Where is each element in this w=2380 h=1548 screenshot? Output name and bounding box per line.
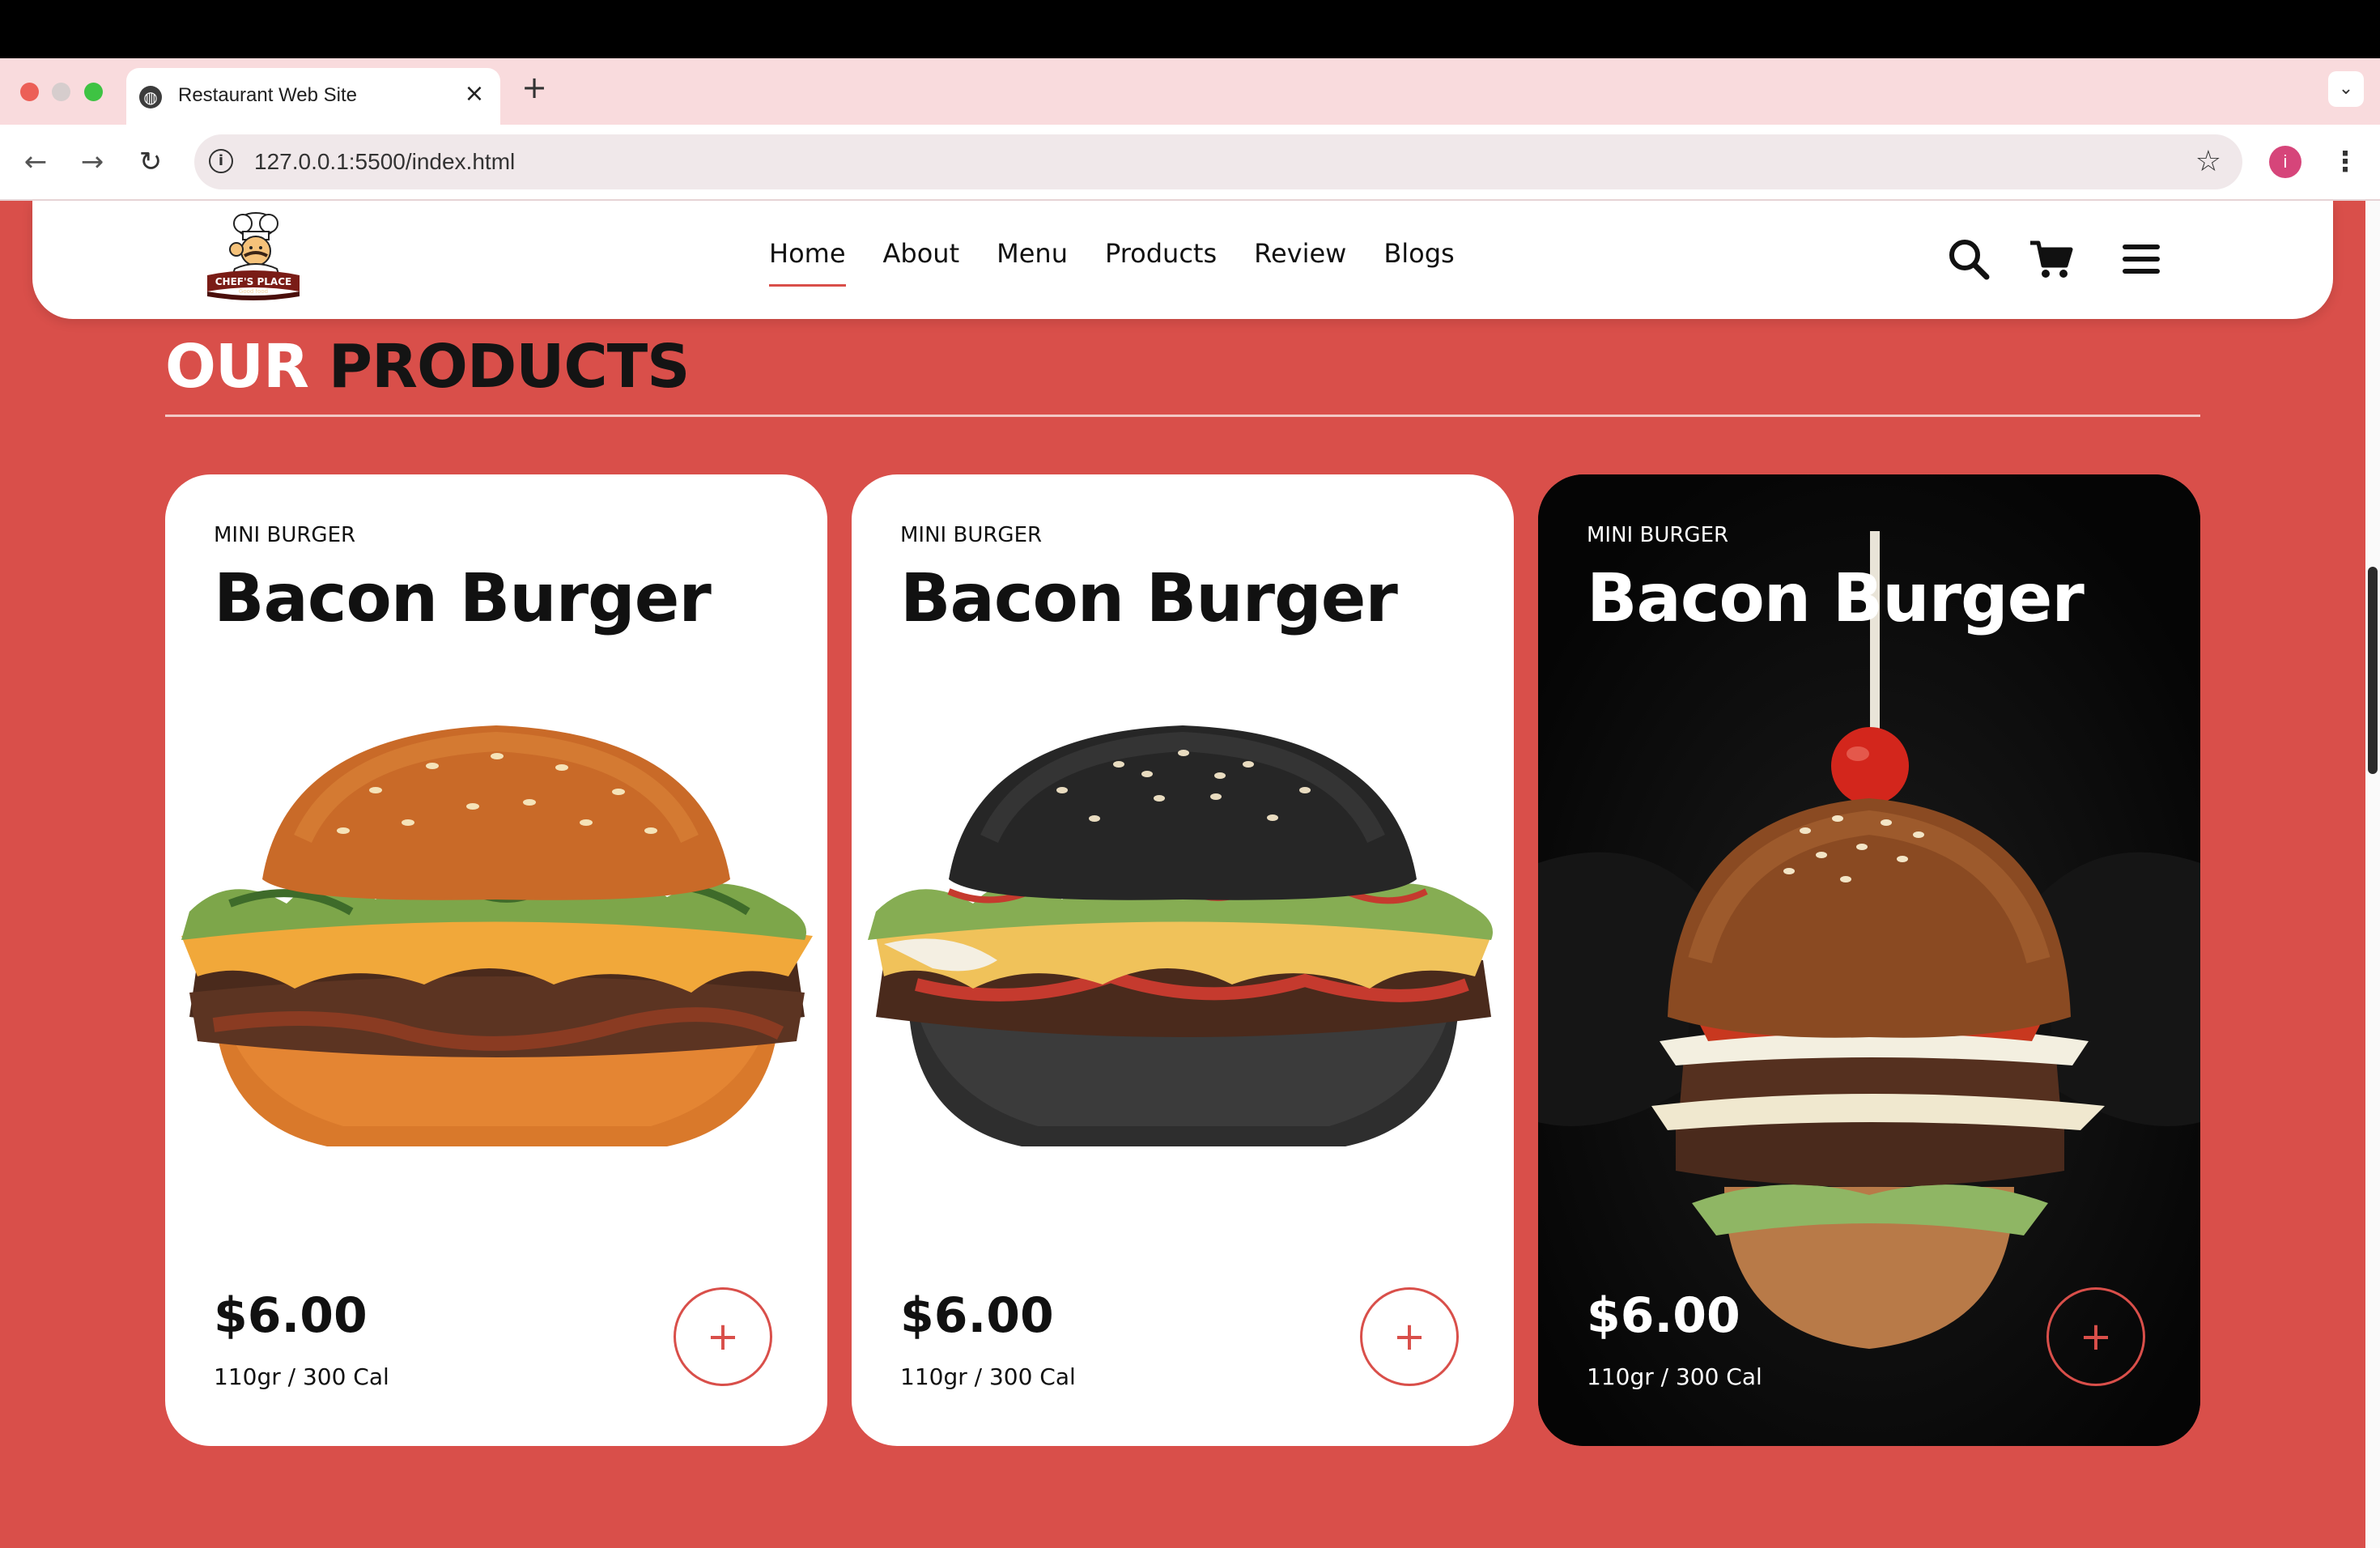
product-category: MINI BURGER [900, 523, 1043, 547]
logo-tagline: Good food [239, 288, 268, 295]
browser-tab-strip: ◍ Restaurant Web Site × + ⌄ [0, 58, 2380, 125]
section-divider [165, 415, 2200, 417]
window-close-button[interactable] [20, 83, 39, 101]
nav-menu[interactable]: Menu [997, 238, 1068, 287]
profile-avatar[interactable]: i [2269, 146, 2301, 178]
section-title-light: OUR [165, 332, 309, 402]
tab-search-chevron-icon[interactable]: ⌄ [2328, 71, 2364, 107]
nav-products[interactable]: Products [1105, 238, 1217, 287]
section-title-dark: PRODUCTS [328, 332, 691, 402]
menu-icon[interactable] [2119, 236, 2165, 282]
browser-toolbar: ← → ↻ i 127.0.0.1:5500/index.html ☆ i ⋮ [0, 125, 2380, 199]
product-meta: 110gr / 300 Cal [900, 1363, 1076, 1390]
page-viewport: CHEF'S PLACE Good food Home About Menu P… [0, 201, 2365, 1548]
search-icon[interactable] [1946, 236, 1991, 282]
forward-arrow-icon[interactable]: → [74, 144, 110, 180]
bookmark-star-icon[interactable]: ☆ [2195, 144, 2221, 180]
nav-home[interactable]: Home [769, 238, 846, 287]
cart-icon[interactable] [2029, 236, 2074, 282]
section-title: OUR PRODUCTS [165, 332, 691, 402]
site-info-icon[interactable]: i [209, 149, 233, 173]
product-price: $6.00 [1587, 1287, 1740, 1344]
address-bar[interactable]: i 127.0.0.1:5500/index.html ☆ [194, 134, 2242, 189]
logo-name: CHEF'S PLACE [215, 276, 291, 287]
scrollbar-track[interactable] [2365, 201, 2380, 1548]
black-bun-burger-image [868, 725, 1493, 1146]
url-text[interactable]: 127.0.0.1:5500/index.html [254, 149, 515, 175]
add-to-cart-button[interactable]: + [2046, 1287, 2145, 1386]
chefs-place-logo[interactable]: CHEF'S PLACE Good food [202, 209, 304, 303]
reload-icon[interactable]: ↻ [133, 144, 168, 180]
product-price: $6.00 [900, 1287, 1054, 1344]
product-card[interactable]: MINI BURGER Bacon Burger $6.00 110gr / 3… [852, 474, 1514, 1446]
brioche-burger-image [181, 725, 813, 1146]
globe-icon: ◍ [139, 86, 162, 108]
nav-review[interactable]: Review [1254, 238, 1346, 287]
scrollbar-thumb[interactable] [2368, 567, 2378, 774]
product-category: MINI BURGER [214, 523, 356, 547]
tab-close-icon[interactable]: × [460, 79, 489, 108]
nav-about[interactable]: About [883, 238, 960, 287]
back-arrow-icon[interactable]: ← [18, 144, 53, 180]
product-card[interactable]: MINI BURGER Bacon Burger $6.00 110gr / 3… [165, 474, 827, 1446]
site-header: CHEF'S PLACE Good food Home About Menu P… [32, 201, 2333, 319]
add-to-cart-button[interactable]: + [674, 1287, 772, 1386]
product-price: $6.00 [214, 1287, 368, 1344]
main-nav: Home About Menu Products Review Blogs [769, 238, 1455, 287]
nav-blogs[interactable]: Blogs [1383, 238, 1454, 287]
product-name: Bacon Burger [900, 560, 1398, 637]
product-meta: 110gr / 300 Cal [1587, 1363, 1762, 1390]
browser-menu-icon[interactable]: ⋮ [2331, 142, 2359, 181]
product-name: Bacon Burger [1587, 560, 2085, 637]
tab-title: Restaurant Web Site [178, 84, 358, 106]
browser-tab[interactable]: ◍ Restaurant Web Site × [126, 68, 500, 125]
product-meta: 110gr / 300 Cal [214, 1363, 389, 1390]
product-name: Bacon Burger [214, 560, 712, 637]
window-minimize-button[interactable] [52, 83, 70, 101]
new-tab-button[interactable]: + [518, 71, 550, 104]
window-zoom-button[interactable] [84, 83, 103, 101]
add-to-cart-button[interactable]: + [1360, 1287, 1459, 1386]
product-category: MINI BURGER [1587, 523, 1729, 547]
product-card-featured[interactable]: MINI BURGER Bacon Burger $6.00 110gr / 3… [1538, 474, 2200, 1446]
